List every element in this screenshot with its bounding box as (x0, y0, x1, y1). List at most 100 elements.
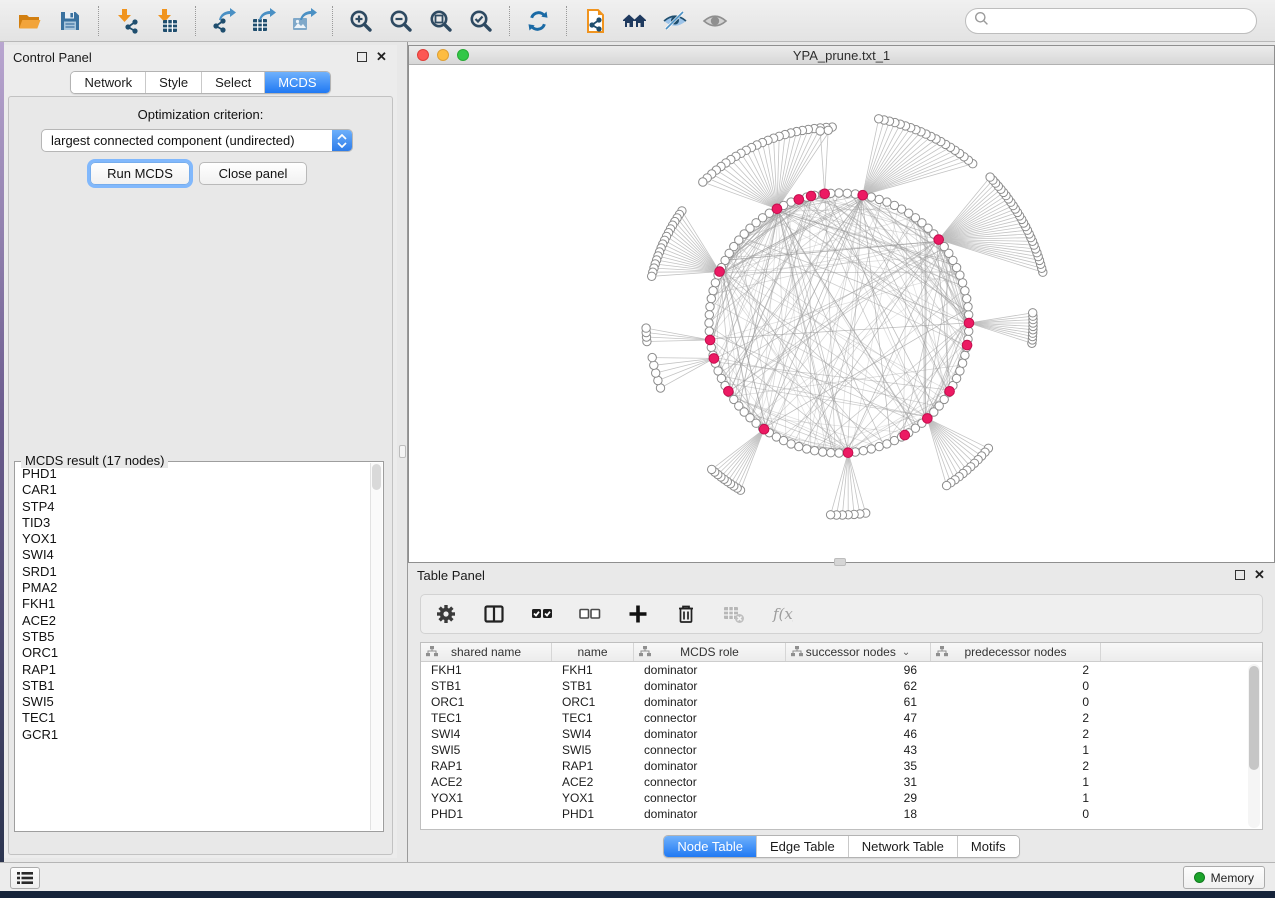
table-cell: 35 (786, 759, 931, 773)
column-header-shared-name[interactable]: shared name (421, 643, 552, 661)
network-from-selection-icon[interactable] (578, 5, 612, 37)
table-row[interactable]: ORC1ORC1dominator610 (421, 694, 1262, 710)
mcds-result-item[interactable]: STB5 (22, 629, 370, 645)
tab-node-table[interactable]: Node Table (664, 836, 756, 857)
zoom-in-icon[interactable] (344, 5, 378, 37)
close-panel-button[interactable]: Close panel (199, 162, 307, 185)
mcds-result-item[interactable]: PHD1 (22, 466, 370, 482)
mcds-result-item[interactable]: PMA2 (22, 580, 370, 596)
table-cell: 2 (931, 711, 1101, 725)
delete-columns-icon[interactable] (675, 603, 697, 625)
task-history-button[interactable] (10, 867, 40, 889)
mcds-result-groupbox: MCDS result (17 nodes) PHD1CAR1STP4TID3Y… (14, 461, 384, 832)
table-row[interactable]: YOX1YOX1connector291 (421, 790, 1262, 806)
tab-network[interactable]: Network (71, 72, 145, 93)
zoom-selected-icon[interactable] (464, 5, 498, 37)
network-graph[interactable] (409, 65, 1274, 562)
toolbar-separator (195, 6, 196, 36)
column-header-successor-nodes[interactable]: successor nodes⌄ (786, 643, 931, 661)
mcds-result-item[interactable]: GCR1 (22, 727, 370, 743)
mcds-result-item[interactable]: SWI4 (22, 547, 370, 563)
column-header-MCDS-role[interactable]: MCDS role (634, 643, 786, 661)
search-input[interactable] (989, 12, 1248, 29)
show-columns-icon[interactable] (483, 603, 505, 625)
sort-indicator-icon: ⌄ (902, 647, 910, 658)
float-table-panel-icon[interactable] (1233, 569, 1246, 582)
nested-networks-icon[interactable] (618, 5, 652, 37)
table-cell: dominator (634, 663, 786, 677)
mcds-result-item[interactable]: TEC1 (22, 710, 370, 726)
table-row[interactable]: FKH1FKH1dominator962 (421, 662, 1262, 678)
mcds-result-item[interactable]: ACE2 (22, 613, 370, 629)
refresh-view-icon[interactable] (521, 5, 555, 37)
mcds-result-item[interactable]: ORC1 (22, 645, 370, 661)
export-image-icon[interactable] (287, 5, 321, 37)
mcds-result-item[interactable]: SWI5 (22, 694, 370, 710)
zoom-out-icon[interactable] (384, 5, 418, 37)
table-scrollbar[interactable] (1248, 664, 1260, 828)
tree-icon (639, 646, 651, 660)
mcds-result-item[interactable]: STP4 (22, 499, 370, 515)
mcds-list-scrollbar[interactable] (370, 463, 382, 830)
table-cell: 18 (786, 807, 931, 821)
memory-button[interactable]: Memory (1183, 866, 1265, 889)
open-file-icon[interactable] (13, 5, 47, 37)
column-header-name[interactable]: name (552, 643, 634, 661)
network-canvas[interactable] (409, 65, 1274, 562)
float-panel-icon[interactable] (355, 51, 368, 64)
table-cell: TEC1 (421, 711, 552, 725)
mcds-result-item[interactable]: RAP1 (22, 662, 370, 678)
mcds-result-item[interactable]: SRD1 (22, 564, 370, 580)
run-mcds-button[interactable]: Run MCDS (90, 162, 190, 185)
table-row[interactable]: SWI4SWI4dominator462 (421, 726, 1262, 742)
create-column-icon[interactable] (627, 603, 649, 625)
column-header-predecessor-nodes[interactable]: predecessor nodes (931, 643, 1101, 661)
close-panel-icon[interactable]: ✕ (375, 51, 388, 64)
table-row[interactable]: STB1STB1dominator620 (421, 678, 1262, 694)
table-cell: FKH1 (552, 663, 634, 677)
import-network-icon[interactable] (110, 5, 144, 37)
table-row[interactable]: ACE2ACE2connector311 (421, 774, 1262, 790)
table-cell: FKH1 (421, 663, 552, 677)
table-body: FKH1FKH1dominator962STB1STB1dominator620… (421, 662, 1262, 822)
mcds-result-item[interactable]: STB1 (22, 678, 370, 694)
export-table-icon[interactable] (247, 5, 281, 37)
table-cell: STB1 (552, 679, 634, 693)
splitter-handle[interactable] (399, 445, 406, 458)
tab-motifs[interactable]: Motifs (957, 836, 1019, 857)
control-panel-tabs: NetworkStyleSelectMCDS (70, 71, 330, 94)
tab-select[interactable]: Select (201, 72, 264, 93)
table-cell: connector (634, 743, 786, 757)
export-network-icon[interactable] (207, 5, 241, 37)
tab-network-table[interactable]: Network Table (848, 836, 957, 857)
table-row[interactable]: SWI5SWI5connector431 (421, 742, 1262, 758)
close-table-panel-icon[interactable]: ✕ (1253, 569, 1266, 582)
tab-mcds[interactable]: MCDS (264, 72, 329, 93)
table-header-row[interactable]: shared namenameMCDS rolesuccessor nodes⌄… (421, 643, 1262, 662)
search-field[interactable] (965, 8, 1257, 34)
select-all-icon[interactable] (531, 603, 553, 625)
criterion-dropdown[interactable]: largest connected component (undirected) (41, 129, 353, 152)
import-table-icon[interactable] (150, 5, 184, 37)
mcds-result-item[interactable]: TID3 (22, 515, 370, 531)
zoom-fit-icon[interactable] (424, 5, 458, 37)
table-row[interactable]: PHD1PHD1dominator180 (421, 806, 1262, 822)
unselect-all-icon[interactable] (579, 603, 601, 625)
table-settings-icon[interactable] (435, 603, 457, 625)
table-cell: 0 (931, 695, 1101, 709)
table-row[interactable]: RAP1RAP1dominator352 (421, 758, 1262, 774)
tab-edge-table[interactable]: Edge Table (756, 836, 848, 857)
table-row[interactable]: TEC1TEC1connector472 (421, 710, 1262, 726)
mcds-result-list[interactable]: PHD1CAR1STP4TID3YOX1SWI4SRD1PMA2FKH1ACE2… (16, 464, 370, 830)
save-session-icon[interactable] (53, 5, 87, 37)
horizontal-splitter-handle[interactable] (834, 558, 846, 566)
table-cell: 29 (786, 791, 931, 805)
table-cell: TEC1 (552, 711, 634, 725)
mcds-result-item[interactable]: CAR1 (22, 482, 370, 498)
tab-style[interactable]: Style (145, 72, 201, 93)
mcds-result-item[interactable]: FKH1 (22, 596, 370, 612)
network-window-titlebar[interactable]: YPA_prune.txt_1 (409, 46, 1274, 65)
show-graphics-details-icon[interactable] (658, 5, 692, 37)
mcds-result-item[interactable]: YOX1 (22, 531, 370, 547)
vertical-splitter[interactable] (397, 42, 408, 862)
